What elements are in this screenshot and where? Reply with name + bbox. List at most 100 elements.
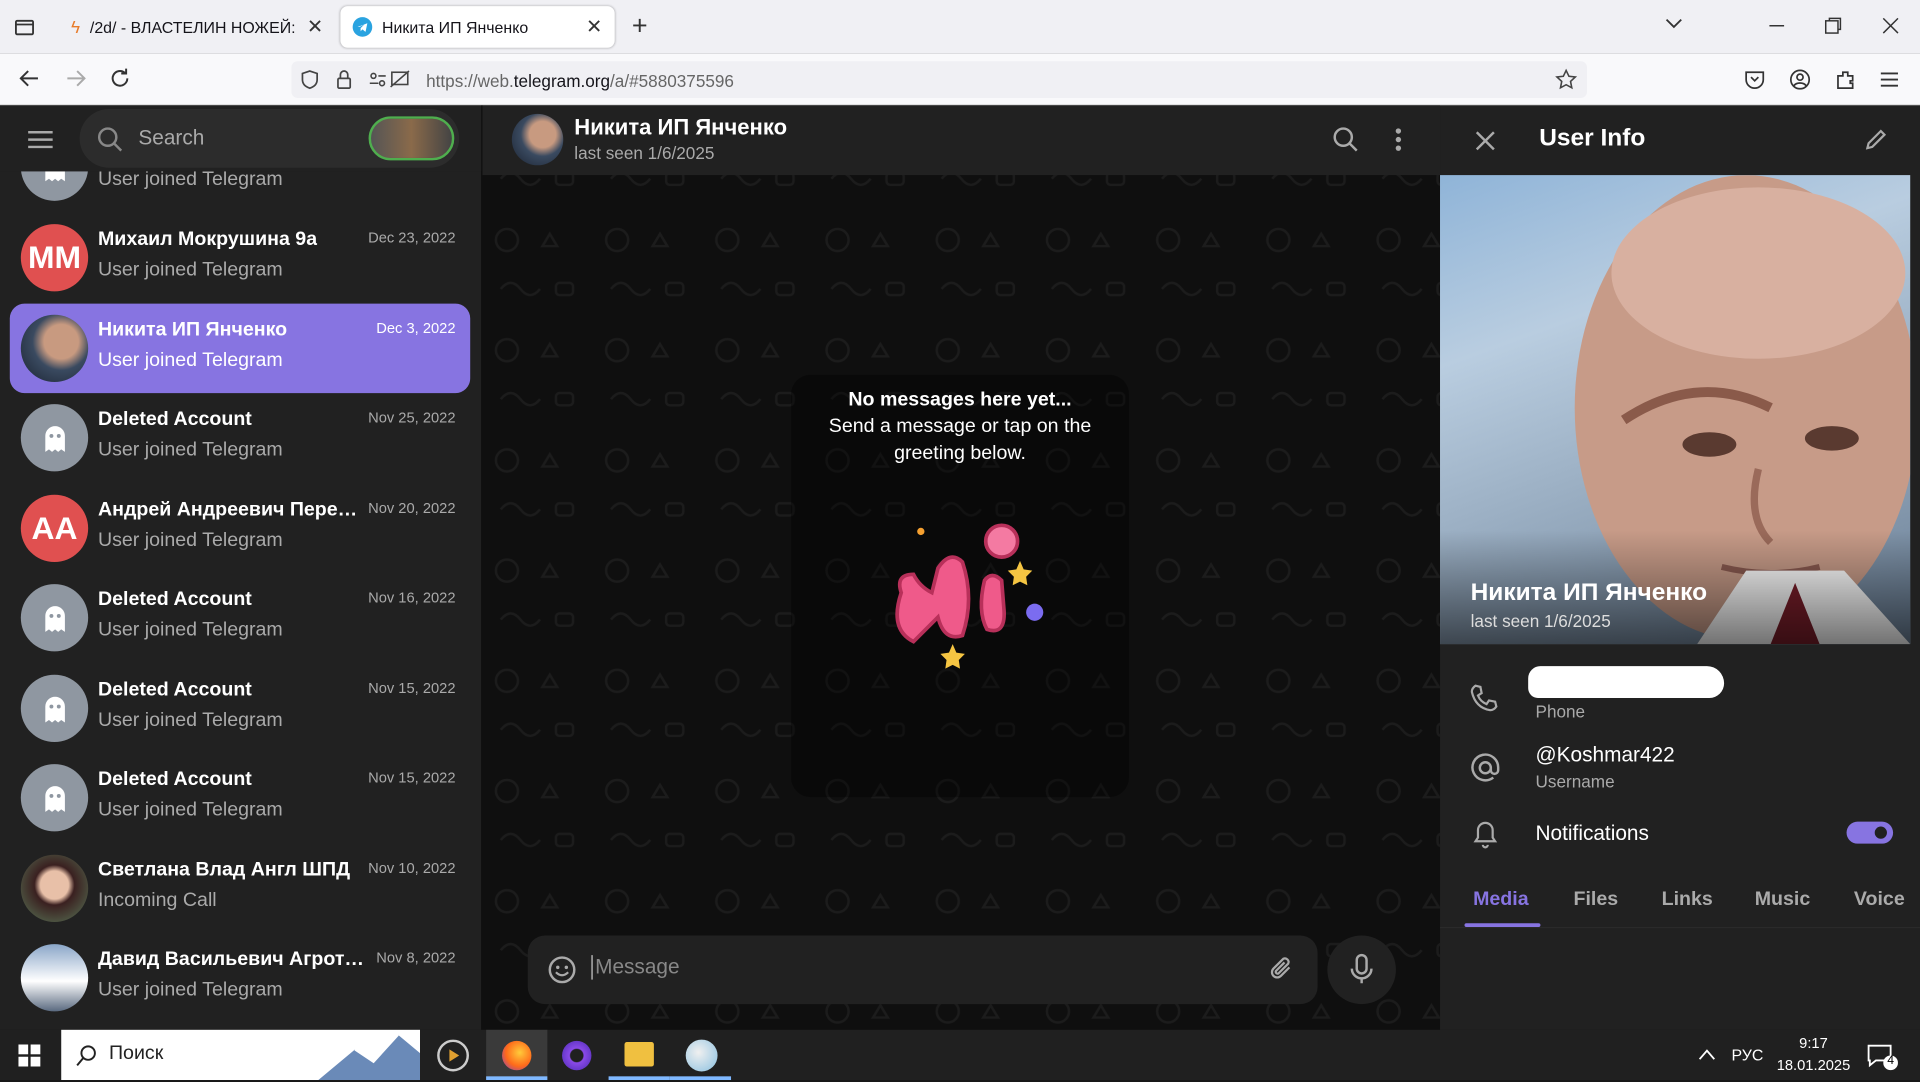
lock-icon[interactable] (333, 69, 355, 91)
menu-icon[interactable] (1880, 70, 1900, 90)
search-icon[interactable] (1332, 126, 1359, 153)
chat-header: Никита ИП Янченко last seen 1/6/2025 (482, 105, 1441, 176)
file-explorer-icon[interactable] (624, 1042, 654, 1067)
chat-date: Dec 23, 2022 (368, 228, 456, 247)
chat-list-item[interactable]: Deleted Account User joined Telegram Nov 1… (10, 573, 470, 662)
chat-list: Deleted Account User joined Telegram Dec 3… (0, 105, 481, 1029)
restore-icon[interactable] (1824, 17, 1842, 34)
close-icon[interactable] (1474, 130, 1496, 152)
tab-voice[interactable]: Voice (1854, 889, 1905, 911)
app-icon[interactable] (562, 1040, 592, 1071)
media-player-icon[interactable] (437, 1039, 469, 1072)
message-input[interactable]: Message (591, 955, 680, 980)
permissions-icon[interactable] (367, 69, 411, 91)
tab-media[interactable]: Media (1473, 889, 1529, 911)
notifications-toggle[interactable] (1846, 821, 1894, 844)
chat-title[interactable]: Никита ИП Янченко (574, 115, 787, 141)
windows-start-icon[interactable] (18, 1044, 41, 1067)
chat-last-message: User joined Telegram (97, 619, 283, 641)
extensions-icon[interactable] (1834, 69, 1856, 91)
account-icon[interactable] (1789, 69, 1811, 91)
empty-line-1: Send a message or tap on the (828, 416, 1092, 438)
chat-list-item[interactable]: Давид Васильевич Агротр... User joined Te… (10, 933, 470, 1022)
stories-avatars[interactable] (368, 116, 455, 161)
search-icon (97, 126, 124, 153)
tab-title: /2d/ - ВЛАСТЕЛИН НОЖЕЙ: ВС (89, 17, 298, 37)
back-icon[interactable] (17, 66, 41, 90)
hamburger-menu-icon[interactable] (27, 129, 54, 151)
panel-title: User Info (1539, 124, 1646, 152)
pocket-icon[interactable] (1744, 69, 1766, 91)
profile-status: last seen 1/6/2025 (1470, 611, 1611, 631)
list-tabs-icon[interactable] (1663, 12, 1685, 34)
chat-list-item[interactable]: Светлана Влад Англ ШПД Incoming Call Nov 1… (10, 844, 470, 933)
notifications-center-icon[interactable]: 4 (1866, 1043, 1898, 1071)
notifications-label: Notifications (1535, 821, 1649, 845)
chat-last-message: User joined Telegram (97, 439, 283, 461)
taskbar-firefox[interactable] (486, 1029, 548, 1081)
active-indicator (608, 1076, 670, 1081)
minimize-icon[interactable] (1768, 17, 1785, 34)
media-tabs: Media Files Links Music Voice (1440, 877, 1920, 929)
close-tab-icon[interactable]: ✕ (307, 15, 323, 39)
clock-time[interactable]: 9:17 (1780, 1035, 1846, 1052)
active-indicator (669, 1076, 732, 1081)
chat-list-item[interactable]: АА Андрей Андреевич Перев... User joined T… (10, 484, 470, 573)
tab-files[interactable]: Files (1573, 889, 1618, 911)
chat-avatar[interactable] (511, 113, 564, 166)
chat-status: last seen 1/6/2025 (574, 143, 715, 163)
paint-icon[interactable] (685, 1039, 718, 1072)
emoji-icon[interactable] (547, 955, 576, 984)
more-options-icon[interactable] (1393, 126, 1403, 153)
browser-tab-bar: ϟ /2d/ - ВЛАСТЕЛИН НОЖЕЙ: ВС ✕ Никита ИП… (0, 0, 1920, 54)
search-input[interactable]: Search (79, 108, 460, 168)
chat-last-message: User joined Telegram (97, 259, 283, 281)
chat-date: Dec 3, 2022 (376, 319, 456, 337)
browser-tab-1[interactable]: ϟ /2d/ - ВЛАСТЕЛИН НОЖЕЙ: ВС ✕ (59, 6, 336, 48)
username-label: Username (1535, 771, 1615, 792)
edit-icon[interactable] (1864, 127, 1888, 151)
tray-chevron-icon[interactable] (1697, 1047, 1717, 1062)
voice-record-button[interactable] (1327, 935, 1396, 1005)
taskbar-search-box[interactable]: Поиск (61, 1029, 421, 1081)
profile-photo-image (1440, 175, 1911, 645)
tab-overview-icon[interactable] (12, 15, 36, 39)
chat-list-item[interactable]: Deleted Account User joined Telegram Nov 1… (10, 753, 470, 842)
close-tab-icon[interactable]: ✕ (586, 15, 602, 39)
username[interactable]: @Koshmar422 (1536, 743, 1675, 767)
chat-name: Deleted Account (97, 588, 252, 610)
search-highlight-image (318, 1033, 421, 1081)
message-composer: Message (527, 935, 1318, 1005)
chat-last-message: User joined Telegram (97, 979, 283, 1001)
tab-music[interactable]: Music (1755, 889, 1811, 911)
search-placeholder: Search (138, 126, 205, 150)
reload-icon[interactable] (108, 66, 132, 90)
tab-title: Никита ИП Янченко (382, 17, 529, 37)
chat-date: Nov 15, 2022 (368, 679, 456, 697)
deleted-account-ghost-icon (20, 404, 89, 472)
shield-icon[interactable] (299, 69, 321, 91)
chat-date: Nov 16, 2022 (368, 588, 456, 607)
toggle-knob (1872, 824, 1890, 842)
close-window-icon[interactable] (1882, 17, 1899, 34)
language-indicator[interactable]: РУС (1731, 1046, 1763, 1064)
search-icon (76, 1044, 98, 1066)
forward-icon[interactable] (64, 66, 88, 90)
clock-date[interactable]: 18.01.2025 (1771, 1057, 1857, 1074)
chat-list-item[interactable]: Deleted Account User joined Telegram Nov 1… (10, 664, 470, 753)
chat-list-item[interactable]: MM Михаил Мокрушина 9а User joined Telegra… (10, 213, 470, 302)
lightning-icon: ϟ (71, 17, 81, 37)
firefox-icon (502, 1040, 532, 1071)
chat-list-item[interactable]: Deleted Account User joined Telegram Nov 2… (10, 393, 470, 482)
new-tab-button[interactable]: + (632, 10, 648, 42)
deleted-account-ghost-icon (20, 674, 89, 743)
url-bar[interactable]: https://web.telegram.org/a/#5880375596 (291, 61, 1587, 98)
hi-sticker[interactable] (877, 519, 1061, 678)
chat-list-item[interactable]: Никита ИП Янченко User joined Telegram Dec… (9, 303, 471, 394)
profile-photo[interactable]: Никита ИП Янченко last seen 1/6/2025 (1440, 175, 1911, 645)
bookmark-star-icon[interactable] (1555, 68, 1578, 91)
empty-chat-card: No messages here yet... Send a message o… (791, 374, 1129, 798)
attach-icon[interactable] (1269, 955, 1296, 984)
tab-links[interactable]: Links (1662, 889, 1713, 911)
browser-tab-2[interactable]: Никита ИП Янченко ✕ (340, 6, 615, 48)
